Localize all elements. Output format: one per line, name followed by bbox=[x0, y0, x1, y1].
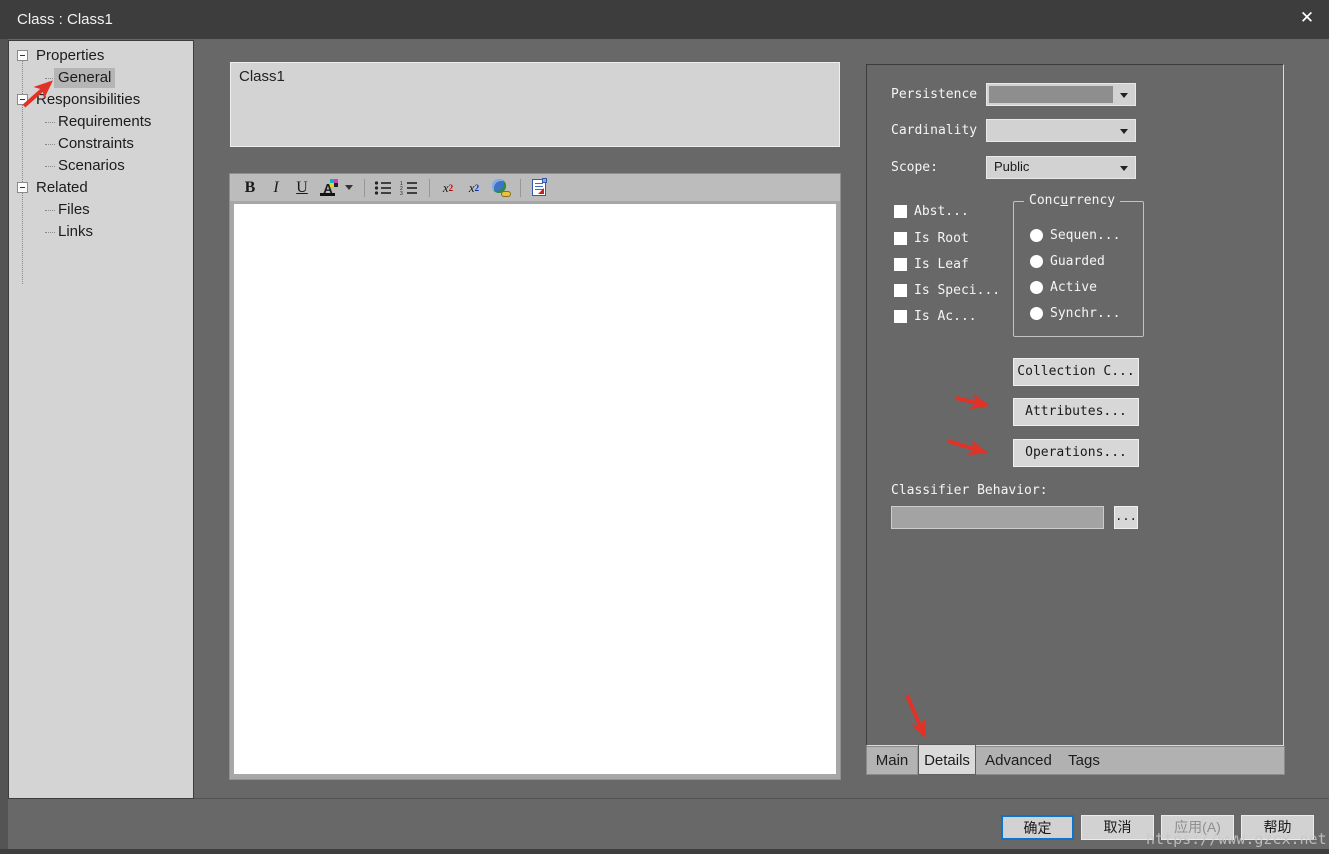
color-palette-icon bbox=[330, 179, 338, 187]
documentation-editor: B I U A bbox=[229, 173, 841, 780]
tree-item-related[interactable]: Related bbox=[9, 177, 193, 199]
radio-sequential[interactable]: Sequen... bbox=[1030, 228, 1120, 243]
persistence-label: Persistence bbox=[891, 87, 977, 102]
details-tab-panel: Persistence Cardinality Scope: Public Ab… bbox=[866, 64, 1284, 746]
dialog-title: Class : Class1 bbox=[17, 0, 113, 39]
subscript-icon[interactable]: x2 bbox=[462, 177, 486, 199]
numbered-list-icon[interactable]: 1 2 3 bbox=[397, 177, 421, 199]
operations-button[interactable]: Operations... bbox=[1013, 439, 1139, 467]
class-name-field[interactable]: Class1 bbox=[230, 62, 840, 147]
checkbox-icon bbox=[894, 258, 907, 271]
tab-main[interactable]: Main bbox=[867, 747, 918, 774]
scope-label: Scope: bbox=[891, 160, 938, 175]
navigation-tree: Properties General Responsibilities Requ… bbox=[8, 40, 194, 799]
chevron-down-icon bbox=[1120, 93, 1128, 98]
tab-tags[interactable]: Tags bbox=[1061, 747, 1107, 774]
radio-synchronized[interactable]: Synchr... bbox=[1030, 306, 1120, 321]
radio-guarded[interactable]: Guarded bbox=[1030, 254, 1105, 269]
ok-button[interactable]: 确定 bbox=[1001, 815, 1074, 840]
hyperlink-globe-icon[interactable] bbox=[488, 177, 512, 199]
checkbox-is-root[interactable]: Is Root bbox=[894, 231, 969, 246]
radio-icon bbox=[1030, 229, 1043, 242]
checkbox-is-active[interactable]: Is Ac... bbox=[894, 309, 977, 324]
documentation-text-area[interactable] bbox=[234, 204, 836, 774]
tree-item-links[interactable]: Links bbox=[9, 221, 193, 243]
class-properties-dialog: Class : Class1 ✕ Properties General Resp… bbox=[0, 0, 1329, 854]
tree-item-constraints[interactable]: Constraints bbox=[9, 133, 193, 155]
chevron-down-icon bbox=[1120, 129, 1128, 134]
footer-divider bbox=[8, 798, 1329, 799]
collection-class-button[interactable]: Collection C... bbox=[1013, 358, 1139, 386]
checkbox-icon bbox=[894, 205, 907, 218]
cardinality-dropdown[interactable] bbox=[986, 119, 1136, 142]
toolbar-separator bbox=[429, 179, 430, 197]
close-icon[interactable]: ✕ bbox=[1291, 3, 1323, 33]
collapse-minus-icon[interactable] bbox=[17, 94, 28, 105]
editor-toolbar: B I U A bbox=[230, 174, 840, 201]
tree-item-responsibilities[interactable]: Responsibilities bbox=[9, 89, 193, 111]
radio-icon bbox=[1030, 281, 1043, 294]
attributes-button[interactable]: Attributes... bbox=[1013, 398, 1139, 426]
checkbox-abstract[interactable]: Abst... bbox=[894, 204, 969, 219]
toolbar-separator bbox=[520, 179, 521, 197]
italic-icon[interactable]: I bbox=[264, 177, 288, 199]
radio-icon bbox=[1030, 307, 1043, 320]
tree-item-general[interactable]: General bbox=[9, 67, 193, 89]
collapse-minus-icon[interactable] bbox=[17, 182, 28, 193]
tab-details[interactable]: Details bbox=[918, 744, 976, 775]
tree-item-requirements[interactable]: Requirements bbox=[9, 111, 193, 133]
concurrency-groupbox: Concurrency Sequen... Guarded Active Syn… bbox=[1013, 201, 1144, 337]
classifier-behavior-label: Classifier Behavior: bbox=[891, 483, 1048, 498]
checkbox-icon bbox=[894, 284, 907, 297]
scope-dropdown[interactable]: Public bbox=[986, 156, 1136, 179]
insert-document-icon[interactable] bbox=[527, 177, 551, 199]
chevron-down-icon bbox=[1120, 166, 1128, 171]
classifier-behavior-browse-button[interactable]: ... bbox=[1114, 506, 1138, 529]
font-color-icon[interactable]: A bbox=[316, 177, 340, 199]
concurrency-group-title: Concurrency bbox=[1024, 193, 1120, 208]
bullet-list-icon[interactable] bbox=[371, 177, 395, 199]
checkbox-icon bbox=[894, 232, 907, 245]
persistence-dropdown[interactable] bbox=[986, 83, 1136, 106]
scope-value: Public bbox=[994, 159, 1029, 174]
bold-icon[interactable]: B bbox=[238, 177, 262, 199]
cardinality-label: Cardinality bbox=[891, 123, 977, 138]
font-color-dropdown-icon[interactable] bbox=[342, 177, 356, 199]
cancel-button[interactable]: 取消 bbox=[1081, 815, 1154, 840]
tree-item-properties[interactable]: Properties bbox=[9, 45, 193, 67]
title-bar: Class : Class1 ✕ bbox=[0, 0, 1329, 39]
toolbar-separator bbox=[364, 179, 365, 197]
checkbox-icon bbox=[894, 310, 907, 323]
window-left-edge bbox=[0, 39, 8, 854]
tree-item-scenarios[interactable]: Scenarios bbox=[9, 155, 193, 177]
superscript-icon[interactable]: x2 bbox=[436, 177, 460, 199]
window-bottom-edge bbox=[0, 849, 1329, 854]
tab-advanced[interactable]: Advanced bbox=[976, 747, 1061, 774]
underline-icon[interactable]: U bbox=[290, 177, 314, 199]
watermark-text: https://www.gzcx.net bbox=[1146, 830, 1327, 848]
collapse-minus-icon[interactable] bbox=[17, 50, 28, 61]
classifier-behavior-field[interactable] bbox=[891, 506, 1104, 529]
checkbox-is-leaf[interactable]: Is Leaf bbox=[894, 257, 969, 272]
tree-item-files[interactable]: Files bbox=[9, 199, 193, 221]
radio-icon bbox=[1030, 255, 1043, 268]
radio-active[interactable]: Active bbox=[1030, 280, 1097, 295]
properties-tab-strip: Main Details Advanced Tags bbox=[866, 746, 1285, 775]
svg-text:3: 3 bbox=[400, 191, 403, 196]
checkbox-is-specification[interactable]: Is Speci... bbox=[894, 283, 1000, 298]
